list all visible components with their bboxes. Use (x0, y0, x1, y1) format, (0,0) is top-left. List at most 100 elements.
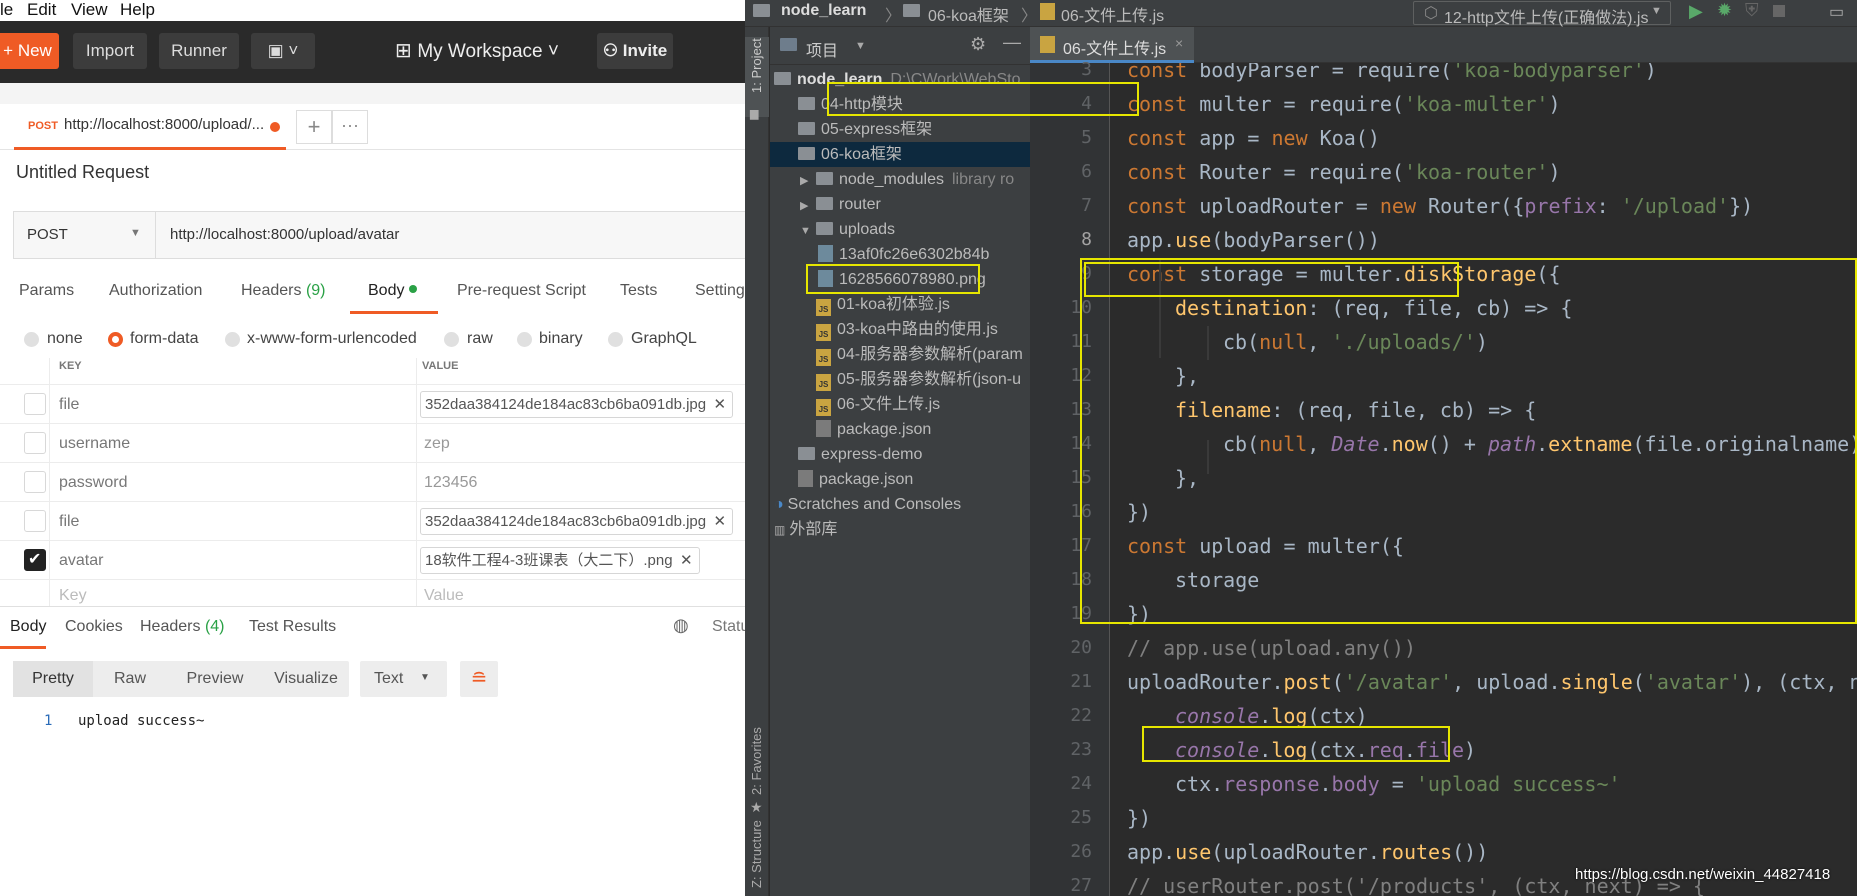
radio-none[interactable] (24, 332, 39, 347)
coverage-icon[interactable]: ⛨ (1745, 0, 1759, 21)
gear-icon[interactable]: ⚙ (970, 34, 986, 55)
code-line[interactable]: console.log(ctx.req.file) (1175, 733, 1476, 767)
new-button[interactable]: + New (0, 33, 59, 69)
response-tab-cookies[interactable]: Cookies (65, 618, 123, 636)
method-select[interactable]: POST ▼ (13, 211, 156, 259)
stop-icon[interactable] (1773, 5, 1785, 17)
minimize-icon[interactable]: — (1003, 32, 1021, 53)
debug-icon[interactable]: ✹ (1717, 0, 1732, 21)
tab-authorization[interactable]: Authorization (109, 282, 202, 300)
code-line[interactable]: }, (1175, 461, 1199, 495)
tree-item[interactable]: ◑ Scratches and Consoles (770, 492, 1030, 517)
radio-graphql[interactable] (608, 332, 623, 347)
breadcrumb-root[interactable]: node_learn (781, 2, 866, 20)
tree-item[interactable]: JS 04-服务器参数解析(param (770, 342, 1030, 367)
row-checkbox[interactable]: ✔ (24, 549, 46, 571)
tree-item[interactable]: express-demo (770, 442, 1030, 467)
close-icon[interactable]: × (1175, 35, 1183, 51)
new-value-input[interactable]: Value (424, 587, 464, 605)
request-tab[interactable]: POST http://localhost:8000/upload/... (14, 104, 286, 150)
row-checkbox[interactable] (24, 432, 46, 454)
tab-tests[interactable]: Tests (620, 282, 657, 300)
new-window-button[interactable]: ▣ ˅ (251, 33, 315, 69)
workspace-switcher[interactable]: ⊞ My Workspace ˅ (395, 33, 559, 69)
code-line[interactable]: destination: (req, file, cb) => { (1175, 291, 1572, 325)
tab-options-button[interactable]: ··· (332, 110, 368, 144)
tree-item[interactable]: 06-koa框架 (770, 142, 1030, 167)
row-key[interactable]: file (59, 513, 79, 531)
pretty-button[interactable]: Pretty (13, 661, 93, 697)
row-key[interactable]: file (59, 396, 79, 414)
tree-item[interactable]: JS 06-文件上传.js (770, 392, 1030, 417)
code-line[interactable]: console.log(ctx) (1175, 699, 1368, 733)
tree-item[interactable]: JS 05-服务器参数解析(json-u (770, 367, 1030, 392)
radio-x-www-form-urlencoded[interactable] (225, 332, 240, 347)
invite-button[interactable]: ⚇ Invite (597, 33, 673, 69)
row-key[interactable]: avatar (59, 552, 103, 570)
tree-item[interactable]: package.json (770, 467, 1030, 492)
response-tab-test-results[interactable]: Test Results (249, 618, 336, 636)
tree-item[interactable]: ▶ router (770, 192, 1030, 217)
run-icon[interactable]: ▶ (1689, 1, 1703, 22)
file-chip[interactable]: 352daa384124de184ac83cb6ba091db.jpg ✕ (420, 391, 734, 418)
code-line[interactable]: const upload = multer({ (1127, 529, 1404, 563)
terminal-icon[interactable]: ▭ (1829, 2, 1844, 22)
code-line[interactable]: uploadRouter.post('/avatar', upload.sing… (1127, 665, 1857, 699)
menu-view[interactable]: View (71, 0, 108, 20)
runner-button[interactable]: Runner (159, 33, 239, 69)
file-chip[interactable]: 352daa384124de184ac83cb6ba091db.jpg ✕ (420, 508, 734, 535)
project-view-select[interactable]: 项目 (806, 37, 838, 61)
radio-raw[interactable] (444, 332, 459, 347)
project-tool-button[interactable]: 1: Project (745, 37, 769, 117)
code-line[interactable]: app.use(bodyParser()) (1127, 223, 1380, 257)
breadcrumb-file[interactable]: 06-文件上传.js (1061, 2, 1164, 26)
new-key-input[interactable]: Key (59, 587, 87, 605)
raw-button[interactable]: Raw (93, 661, 167, 697)
code-line[interactable]: ctx.response.body = 'upload success~' (1175, 767, 1621, 801)
tab-headers[interactable]: Headers (9) (241, 282, 326, 300)
tree-item[interactable]: node_learn D:\CWork\WebSto (770, 67, 1030, 92)
favorites-tool-label[interactable]: 2: Favorites (749, 727, 764, 795)
code-line[interactable]: storage (1175, 563, 1259, 597)
response-tab-body[interactable]: Body (10, 618, 46, 636)
code-line[interactable]: const bodyParser = require('koa-bodypars… (1127, 63, 1657, 87)
code-line[interactable]: const multer = require('koa-multer') (1127, 87, 1561, 121)
code-line[interactable]: const Router = require('koa-router') (1127, 155, 1561, 189)
code-line[interactable]: }, (1175, 359, 1199, 393)
response-tab-headers[interactable]: Headers (4) (140, 618, 225, 636)
request-title[interactable]: Untitled Request (16, 162, 149, 183)
code-line[interactable]: }) (1127, 801, 1151, 835)
tree-item[interactable]: ▥ 外部库 (770, 517, 1030, 542)
code-line[interactable]: // app.use(upload.any()) (1127, 631, 1416, 665)
menu-help[interactable]: Help (120, 0, 155, 20)
tab-params[interactable]: Params (19, 282, 74, 300)
tab-pre-request-script[interactable]: Pre-request Script (457, 282, 586, 300)
breadcrumb-folder[interactable]: 06-koa框架 (928, 2, 1009, 26)
import-button[interactable]: Import (73, 33, 147, 69)
code-line[interactable]: }) (1127, 597, 1151, 631)
row-checkbox[interactable] (24, 471, 46, 493)
row-value[interactable]: zep (424, 435, 450, 453)
visualize-button[interactable]: Visualize (263, 661, 349, 697)
code-line[interactable]: const app = new Koa() (1127, 121, 1380, 155)
add-tab-button[interactable]: + (296, 110, 332, 144)
row-checkbox[interactable] (24, 510, 46, 532)
code-editor[interactable]: const bodyParser = require('koa-bodypars… (1111, 63, 1857, 896)
code-line[interactable]: }) (1127, 495, 1151, 529)
file-chip[interactable]: 18软件工程4-3班课表（大二下）.png ✕ (420, 547, 700, 574)
tree-item[interactable]: ▶ node_modules library ro (770, 167, 1030, 192)
expand-arrow-icon[interactable]: ▼ (800, 219, 816, 244)
preview-button[interactable]: Preview (167, 661, 263, 697)
radio-binary[interactable] (517, 332, 532, 347)
menu-edit[interactable]: Edit (27, 0, 56, 20)
code-line[interactable]: cb(null, Date.now() + path.extname(file.… (1223, 427, 1857, 461)
row-checkbox[interactable] (24, 393, 46, 415)
remove-file-icon[interactable]: ✕ (714, 392, 727, 417)
row-value[interactable]: 123456 (424, 474, 477, 492)
tree-item[interactable]: ▼ uploads (770, 217, 1030, 242)
row-key[interactable]: password (59, 474, 127, 492)
code-line[interactable]: app.use(uploadRouter.routes()) (1127, 835, 1488, 869)
tree-item[interactable]: JS 03-koa中路由的使用.js (770, 317, 1030, 342)
url-input[interactable]: http://localhost:8000/upload/avatar (155, 211, 745, 259)
tab-body[interactable]: Body (368, 282, 417, 300)
